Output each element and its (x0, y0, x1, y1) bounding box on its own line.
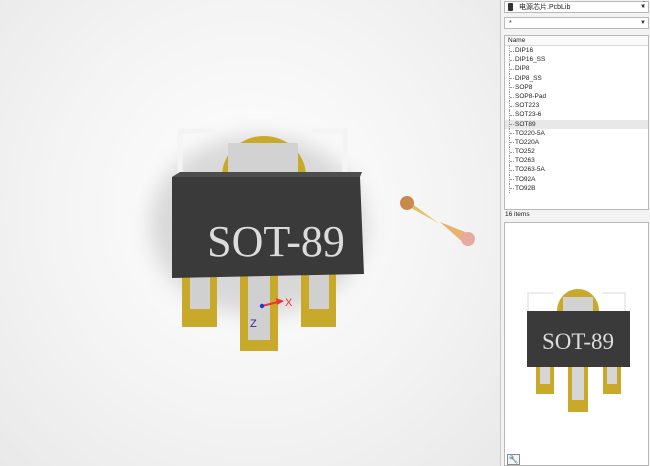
component-list[interactable]: Name DIP16 DIP16_SS DIP8 DIP8_SS SOP8 SOP8-Pa… (504, 35, 649, 210)
list-item-label: TO252 (515, 148, 535, 156)
filter-field[interactable]: * ▼ (504, 17, 649, 29)
library-name: 电源芯片.PcbLib (519, 4, 571, 11)
tree-connector (509, 156, 514, 166)
list-item-label: SOT23-6 (515, 111, 542, 119)
list-item[interactable]: SOP8-Pad (505, 91, 648, 102)
list-item-label: TO92A (515, 175, 536, 183)
list-item[interactable]: TO263 (505, 156, 648, 166)
tree-connector (509, 110, 514, 120)
preview-label: SOT-89 (542, 329, 614, 354)
list-item[interactable]: TO252 (505, 147, 648, 157)
footprint-preview[interactable]: SOT-89 (504, 222, 649, 466)
list-item-label: SOT89 (515, 120, 536, 128)
light-source-icon[interactable] (400, 196, 475, 246)
tree-connector (509, 82, 514, 92)
axis-z-label: Z (250, 318, 257, 330)
list-item[interactable]: SOT223 (505, 101, 648, 111)
list-item[interactable]: TO220A (505, 137, 648, 148)
list-item[interactable]: DIP16_SS (505, 55, 648, 65)
tree-connector (509, 128, 514, 138)
tree-connector (509, 64, 514, 74)
list-item[interactable]: TO92B (505, 183, 648, 193)
column-header-name[interactable]: Name (505, 36, 648, 46)
list-item-label: TO220A (515, 138, 540, 146)
viewport-canvas[interactable]: SOT-89 X Z (0, 0, 500, 466)
list-item[interactable]: TO263-5A (505, 165, 648, 175)
list-item-label: SOP8 (515, 83, 533, 91)
list-item-label: TO263 (515, 157, 535, 165)
library-panel: 电源芯片.PcbLib ▼ ⋮ * ▼ Name DIP16 DIP16_SS DI… (500, 0, 650, 466)
tree-connector (509, 165, 514, 175)
tree-connector (509, 137, 514, 148)
filter-value: * (509, 19, 512, 27)
3d-viewport[interactable]: SOT-89 X Z (0, 0, 500, 466)
chevron-down-icon[interactable]: ▼ (638, 20, 648, 26)
more-dots-icon[interactable]: ⋮ (640, 1, 648, 9)
bottom-pads (182, 274, 336, 351)
list-item[interactable]: DIP8 (505, 64, 648, 74)
list-item[interactable]: TO92A (505, 174, 648, 184)
list-item[interactable]: SOT89 (505, 119, 648, 129)
list-item-label: SOP8-Pad (515, 92, 547, 100)
axis-x-label: X (285, 297, 293, 309)
tree-connector (509, 183, 514, 193)
list-item-label: DIP8 (515, 65, 530, 73)
list-item-label: TO263-5A (515, 166, 545, 174)
list-item[interactable]: SOT23-6 (505, 110, 648, 120)
list-item-label: DIP16_SS (515, 56, 546, 64)
item-count: 16 items (505, 211, 530, 218)
tree-connector (509, 174, 514, 184)
tree-connector (509, 119, 514, 129)
list-item-label: TO92B (515, 184, 536, 192)
list-item[interactable]: TO220-5A (505, 128, 648, 138)
tree-connector (509, 91, 514, 102)
list-item[interactable]: DIP16 (505, 46, 648, 56)
tree-connector (509, 46, 514, 56)
list-item-label: DIP16 (515, 47, 534, 54)
preview-canvas: SOT-89 (527, 289, 630, 412)
tree-connector (509, 73, 514, 83)
list-item-label: TO220-5A (515, 129, 545, 137)
tree-connector (509, 101, 514, 111)
library-selector[interactable]: 电源芯片.PcbLib ▼ (504, 1, 649, 13)
component-label: SOT-89 (207, 217, 345, 266)
list-rows: DIP16 DIP16_SS DIP8 DIP8_SS SOP8 SOP8-Pad SOT2… (505, 46, 648, 193)
list-item-label: SOT223 (515, 102, 540, 110)
list-item-label: DIP8_SS (515, 74, 542, 82)
tree-connector (509, 147, 514, 157)
list-item[interactable]: DIP8_SS (505, 73, 648, 83)
book-icon (508, 3, 513, 11)
wrench-icon[interactable]: 🔧 (507, 454, 520, 465)
list-item[interactable]: SOP8 (505, 82, 648, 92)
tree-connector (509, 55, 514, 65)
